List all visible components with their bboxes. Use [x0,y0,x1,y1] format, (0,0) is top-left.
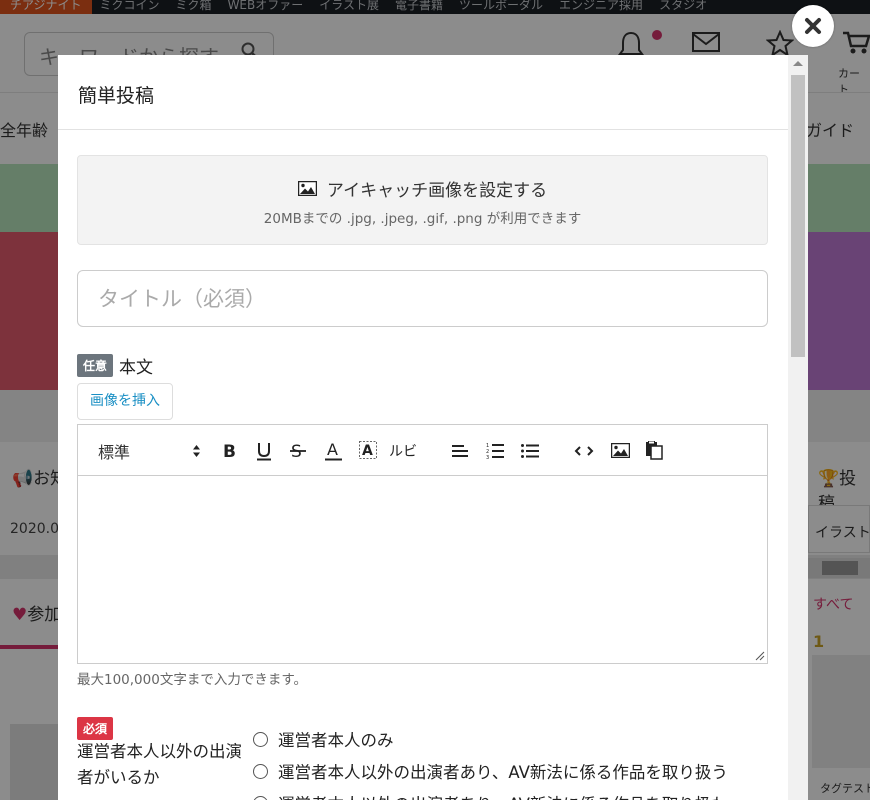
paste-icon[interactable] [642,425,666,476]
svg-text:3: 3 [486,455,489,460]
close-modal-button[interactable] [792,5,834,47]
strikethrough-icon[interactable]: S [286,425,310,476]
modal-header: 簡単投稿 [58,55,788,130]
svg-text:A: A [327,441,338,459]
eyecatch-upload[interactable]: アイキャッチ画像を設定する 20MBまでの .jpg, .jpeg, .gif,… [77,155,768,245]
format-select[interactable]: 標準 [98,425,130,476]
radio-button[interactable] [253,795,268,800]
modal-title: 簡単投稿 [78,85,155,107]
radio-option-operator-only[interactable]: 運営者本人のみ [253,727,394,751]
body-label-row: 任意 本文 [77,353,153,378]
ruby-button[interactable]: ルビ [388,425,418,476]
insert-image-icon[interactable] [608,425,632,476]
radio-label: 運営者本人のみ [278,731,394,750]
quick-post-modal: 簡単投稿 アイキャッチ画像を設定する 20MBまでの .jpg, .jpeg, … [58,55,808,800]
close-icon [805,18,821,34]
radio-button[interactable] [253,731,268,747]
editor-toolbar: 標準 B S A A ルビ 123 [78,425,767,476]
required-badge: 必須 [77,717,114,740]
radio-option-others-av-handle[interactable]: 運営者本人以外の出演者あり、AV新法に係る作品を取り扱う [253,759,728,783]
eyecatch-note: 20MBまでの .jpg, .jpeg, .gif, .png が利用できます [263,211,582,227]
bold-icon[interactable]: B [218,425,242,476]
underline-icon[interactable] [252,425,276,476]
eyecatch-label-row: アイキャッチ画像を設定する [78,176,767,201]
modal-scrollbar[interactable] [788,55,808,800]
svg-text:B: B [223,443,236,459]
body-text-area[interactable] [78,477,767,663]
performer-question: 運営者本人以外の出演者がいるか [77,742,242,787]
svg-text:A: A [362,443,373,459]
ordered-list-icon[interactable]: 123 [483,425,507,476]
font-color-icon[interactable]: A [321,425,345,476]
scroll-thumb[interactable] [791,75,805,357]
body-editor: 標準 B S A A ルビ 123 [77,424,768,664]
eyecatch-label: アイキャッチ画像を設定する [326,181,548,201]
radio-label: 運営者本人以外の出演者あり、AV新法に係る作品を取り扱う [278,763,728,782]
body-helptext: 最大100,000文字まで入力できます。 [77,672,307,688]
radio-option-others-av-not-handle[interactable]: 運営者本人以外の出演者あり、AV新法に係る作品を取り扱わ [253,791,728,800]
radio-label: 運営者本人以外の出演者あり、AV新法に係る作品を取り扱わ [278,791,728,800]
bullet-list-icon[interactable] [518,425,542,476]
align-left-icon[interactable] [448,425,472,476]
code-icon[interactable] [572,425,596,476]
resize-handle-icon[interactable] [755,651,765,661]
image-icon [297,180,318,197]
required-badge-row: 必須 [77,717,114,740]
format-select-arrows-icon[interactable] [192,425,201,476]
insert-image-button[interactable]: 画像を挿入 [77,383,173,420]
highlight-icon[interactable]: A [356,425,380,476]
scroll-up-arrow-icon[interactable] [793,61,803,66]
title-input[interactable] [77,270,768,327]
body-label: 本文 [119,358,154,378]
optional-badge: 任意 [77,354,114,377]
radio-button[interactable] [253,763,268,779]
